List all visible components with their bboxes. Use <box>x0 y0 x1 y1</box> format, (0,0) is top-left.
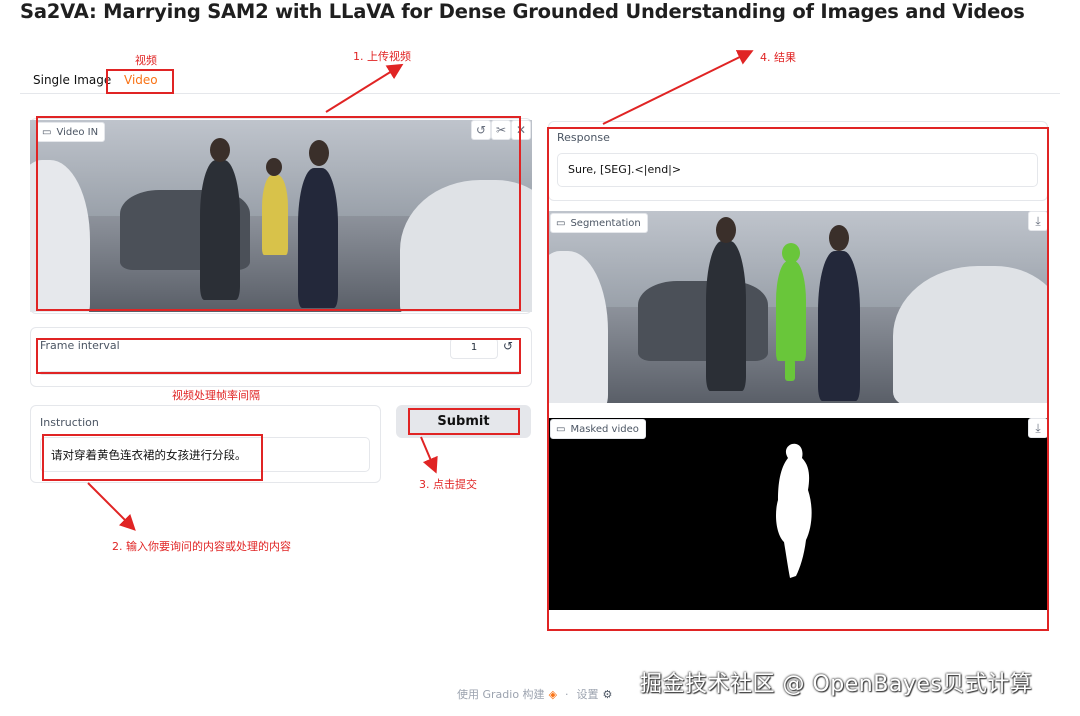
annotation-box-submit <box>408 408 520 435</box>
tab-single-image[interactable]: Single Image <box>33 73 111 87</box>
page-title: Sa2VA: Marrying SAM2 with LLaVA for Dens… <box>20 0 1025 23</box>
footer: 使用 Gradio 构建 ◈ · 设置 ⚙ <box>457 686 612 702</box>
tab-divider <box>20 93 1060 94</box>
annotation-step1: 1. 上传视频 <box>353 50 411 63</box>
annotation-step3: 3. 点击提交 <box>419 478 477 491</box>
footer-separator: · <box>565 687 569 701</box>
annotation-step2: 2. 输入你要询问的内容或处理的内容 <box>112 540 291 553</box>
instruction-label: Instruction <box>40 416 99 429</box>
annotation-box-frame-interval <box>36 338 521 374</box>
annotation-box-upload <box>36 116 521 311</box>
settings-link[interactable]: 设置 <box>577 686 599 702</box>
annotation-frame-interval: 视频处理帧率间隔 <box>172 389 260 402</box>
watermark: 掘金技术社区 @ OpenBayes贝式计算 <box>640 672 1033 697</box>
annotation-box-instruction <box>42 434 263 481</box>
gradio-logo-icon: ◈ <box>548 687 558 701</box>
annotation-box-video-tab <box>106 69 174 94</box>
annotation-video-tab: 视频 <box>135 54 157 67</box>
annotation-step4: 4. 结果 <box>760 51 796 64</box>
annotation-box-result <box>547 127 1049 631</box>
gear-icon: ⚙ <box>602 687 613 701</box>
built-with-gradio-link[interactable]: 使用 Gradio 构建 <box>457 686 545 702</box>
